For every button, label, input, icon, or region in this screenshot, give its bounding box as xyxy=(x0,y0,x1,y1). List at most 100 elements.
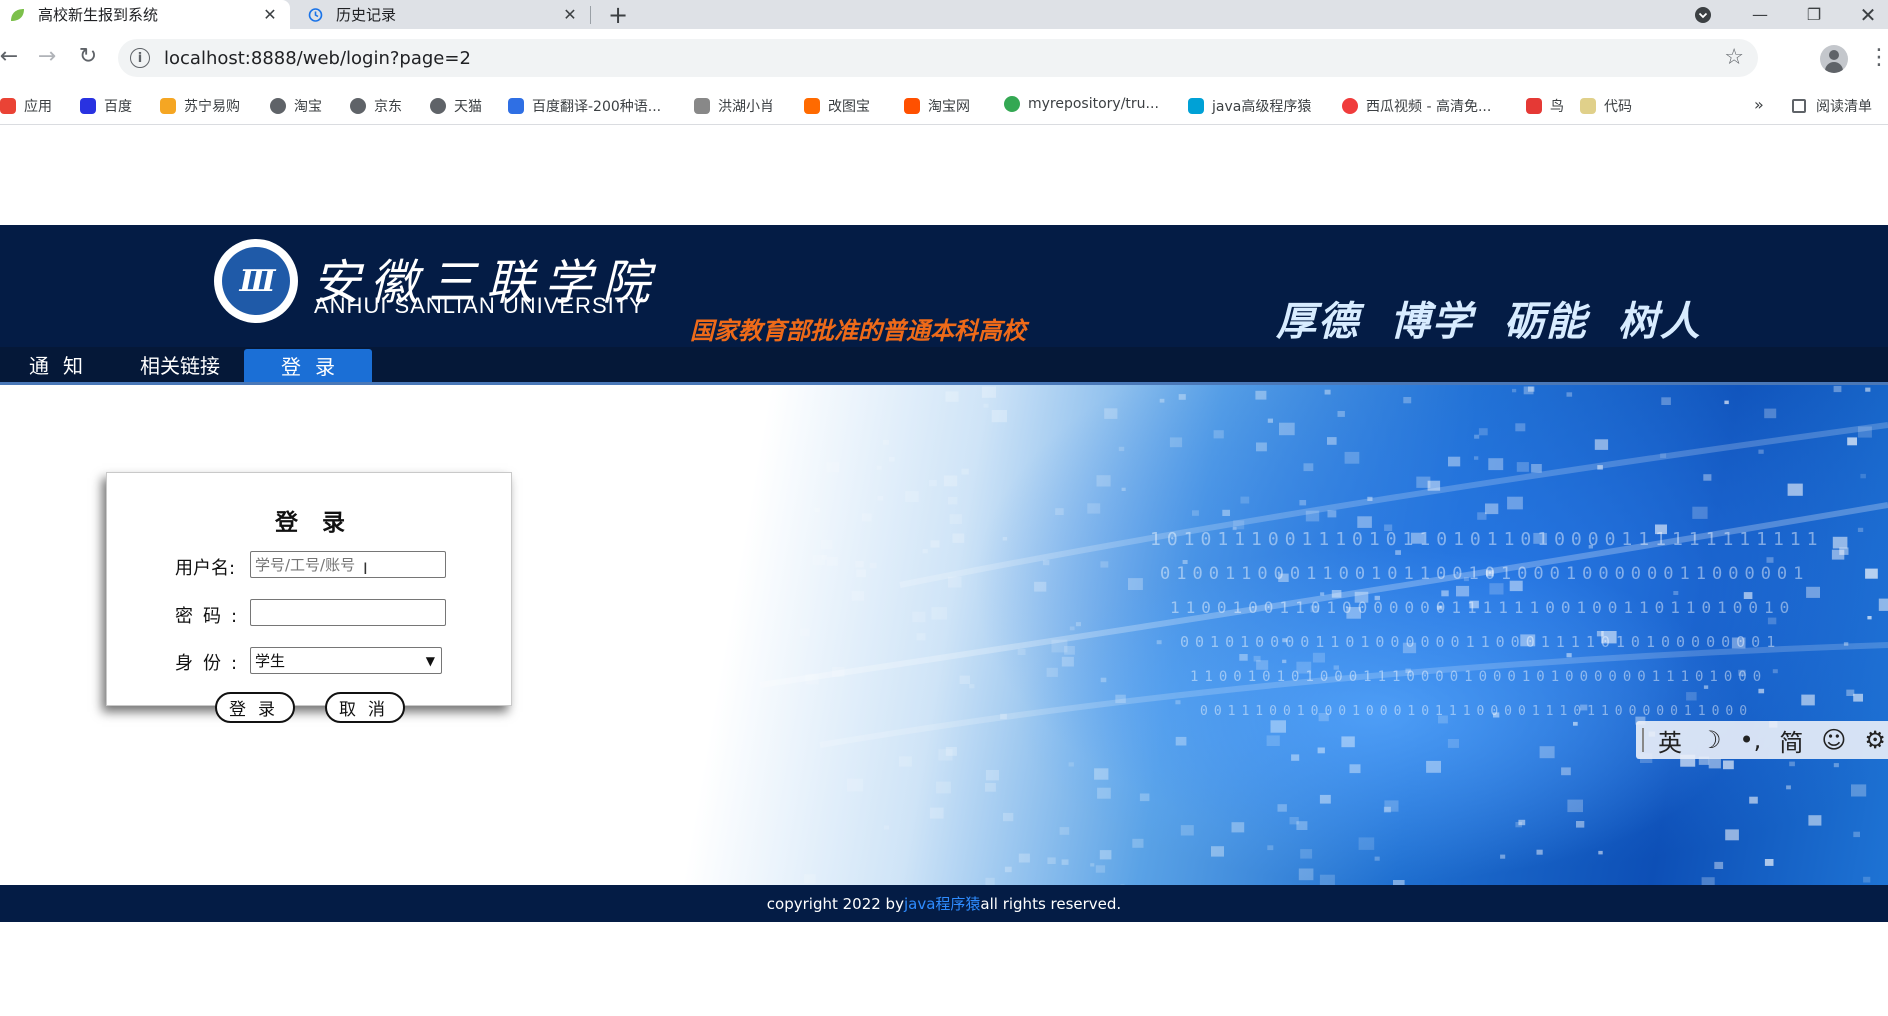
bookmark-item[interactable]: 淘宝 xyxy=(270,96,322,116)
banner-pixel xyxy=(1034,581,1047,592)
login-button[interactable]: 登录 xyxy=(215,692,295,723)
bookmarks-more-icon[interactable]: » xyxy=(1754,95,1764,114)
translate-icon xyxy=(508,98,524,114)
url-text[interactable]: localhost:8888/web/login?page=2 xyxy=(164,48,471,69)
banner-pixel xyxy=(888,456,895,462)
tab-history[interactable]: 历史记录 ✕ xyxy=(292,0,590,29)
banner-pixel xyxy=(1178,394,1186,400)
banner-pixel xyxy=(1175,700,1181,705)
nav-notice[interactable]: 通知 xyxy=(0,347,112,382)
new-tab-button[interactable]: + xyxy=(604,0,632,29)
bookmark-item[interactable]: 百度 xyxy=(80,96,132,116)
banner-pixel xyxy=(1002,537,1008,541)
ime-simplified-toggle[interactable]: 简 xyxy=(1779,723,1803,758)
ime-language-toggle[interactable]: 英 xyxy=(1658,723,1682,758)
profile-avatar-icon[interactable] xyxy=(1820,45,1848,73)
restore-icon[interactable]: ❐ xyxy=(1794,0,1834,29)
bookmark-item[interactable]: 京东 xyxy=(350,96,402,116)
bookmark-star-icon[interactable]: ☆ xyxy=(1724,45,1744,70)
banner-pixel xyxy=(1758,449,1764,454)
bookmark-item[interactable]: 百度翻译-200种语... xyxy=(508,96,661,116)
moon-icon[interactable]: ☽ xyxy=(1700,726,1722,754)
menu-kebab-icon[interactable]: ⋮ xyxy=(1868,43,1888,73)
bookmark-item[interactable]: 苏宁易购 xyxy=(160,96,240,116)
site-nav: 通知 相关链接 登录 xyxy=(0,347,1888,385)
banner-pixel xyxy=(1349,764,1361,774)
banner-pixel xyxy=(1192,510,1199,516)
banner-pixel xyxy=(1358,837,1375,850)
address-bar[interactable]: i localhost:8888/web/login?page=2 ☆ xyxy=(118,39,1758,77)
site-header: III 安徽三联学院 ANHUI SANLIAN UNIVERSITY 国家教育… xyxy=(0,225,1888,347)
banner-pixel xyxy=(1598,850,1603,855)
main-banner-area: 1010111001110101101011010000111111111111… xyxy=(0,385,1888,885)
banner-pixel xyxy=(1808,815,1822,826)
banner-pixel xyxy=(1319,874,1335,885)
bookmark-item[interactable]: 天猫 xyxy=(430,96,482,116)
globe-icon xyxy=(350,98,366,114)
banner-pixel xyxy=(1222,509,1230,516)
bookmark-item[interactable]: 代码 xyxy=(1580,96,1632,116)
close-tab-icon[interactable]: ✕ xyxy=(558,5,582,24)
banner-pixel xyxy=(905,491,919,502)
banner-pixel xyxy=(922,549,928,554)
banner-pixel xyxy=(1523,386,1534,395)
banner-pixel xyxy=(1240,496,1250,504)
suning-icon xyxy=(160,98,176,114)
banner-pixel xyxy=(1095,865,1106,873)
gear-icon[interactable]: ⚙ xyxy=(1864,726,1886,754)
close-window-icon[interactable]: ✕ xyxy=(1848,0,1888,29)
banner-pixel xyxy=(961,468,969,475)
banner-pixel xyxy=(1846,689,1855,696)
bookmark-item[interactable]: 应用 xyxy=(0,96,52,116)
chrome-icon xyxy=(1004,96,1020,112)
banner-pixel xyxy=(847,778,863,792)
banner-pixel xyxy=(1878,598,1888,611)
username-input[interactable] xyxy=(250,551,446,578)
seal-mark: III xyxy=(222,247,290,315)
banner-pixel xyxy=(1833,763,1839,768)
info-icon[interactable]: i xyxy=(130,48,150,68)
nav-related-links[interactable]: 相关链接 xyxy=(118,347,242,382)
role-select[interactable]: 学生 ▼ xyxy=(250,647,442,674)
bookmark-item[interactable]: 淘宝网 xyxy=(904,96,970,116)
punctuation-icon[interactable]: •, xyxy=(1740,726,1762,754)
nav-login[interactable]: 登录 xyxy=(244,349,372,382)
banner-pixel xyxy=(1266,735,1280,746)
banner-pixel xyxy=(1374,856,1380,861)
bookmark-item[interactable]: 洪湖小肖 xyxy=(694,96,774,116)
banner-pixel xyxy=(1233,520,1245,530)
back-arrow-icon[interactable]: ← xyxy=(0,41,24,71)
banner-pixel xyxy=(945,747,957,756)
browser-tab-bar: 高校新生报到系统 ✕ 历史记录 ✕ + — ❐ ✕ xyxy=(0,0,1888,29)
bookmark-item[interactable]: 西瓜视频 - 高清免... xyxy=(1342,96,1491,116)
footer-author-link[interactable]: java程序猿 xyxy=(904,893,980,914)
minimize-icon[interactable]: — xyxy=(1740,0,1780,29)
banner-pixel xyxy=(1341,736,1355,748)
banner-pixel xyxy=(1256,442,1267,452)
banner-pixel xyxy=(1303,463,1314,472)
forward-arrow-icon[interactable]: → xyxy=(32,41,62,71)
banner-pixel xyxy=(1395,550,1401,555)
banner-pixel xyxy=(1231,822,1245,833)
reload-icon[interactable]: ↻ xyxy=(73,41,103,71)
ime-toolbar: 英 ☽ •, 简 ☺ ⚙ xyxy=(1636,721,1888,759)
bookmark-item[interactable]: 改图宝 xyxy=(804,96,870,116)
tab-search-icon[interactable] xyxy=(1690,0,1716,29)
reading-list[interactable]: 阅读清单 xyxy=(1792,96,1872,116)
ime-grip-handle[interactable] xyxy=(1642,728,1644,752)
history-icon xyxy=(306,6,324,24)
bilibili-icon xyxy=(1188,98,1204,114)
banner-pixel xyxy=(985,877,995,885)
bookmark-item[interactable]: 鸟 xyxy=(1526,96,1564,116)
password-input[interactable] xyxy=(250,599,446,626)
cancel-button[interactable]: 取消 xyxy=(325,692,405,723)
banner-pixel xyxy=(1267,845,1274,851)
banner-pixel xyxy=(1516,462,1529,472)
close-tab-icon[interactable]: ✕ xyxy=(258,5,282,24)
banner-pixel xyxy=(876,465,882,470)
banner-pixel xyxy=(1017,648,1026,655)
bookmark-item[interactable]: myrepository/tru... xyxy=(1004,96,1159,112)
bookmark-item[interactable]: java高级程序猿 xyxy=(1188,96,1311,116)
emoji-icon[interactable]: ☺ xyxy=(1821,726,1846,754)
tab-current[interactable]: 高校新生报到系统 ✕ xyxy=(0,0,290,29)
